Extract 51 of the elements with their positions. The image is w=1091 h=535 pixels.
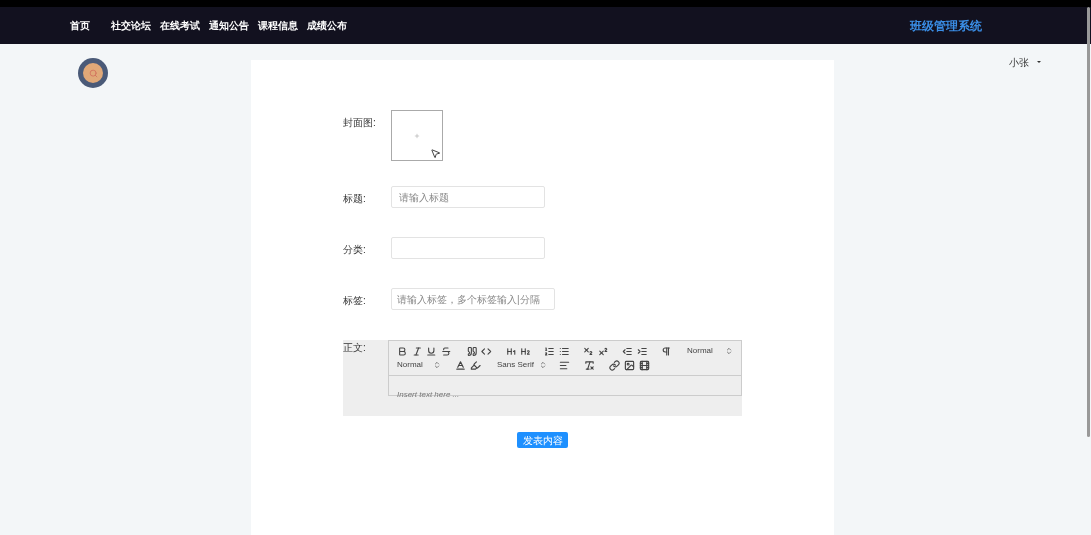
numbered-list-icon[interactable]	[544, 345, 555, 357]
nav-link[interactable]: 在线考试	[160, 18, 209, 33]
chevron-icon	[539, 361, 547, 369]
field-label: 标签:	[343, 294, 367, 308]
image-icon[interactable]	[624, 359, 635, 371]
video-icon[interactable]	[639, 359, 650, 371]
header-select[interactable]: Normal	[687, 345, 733, 357]
indent-icon[interactable]	[636, 345, 648, 357]
subscript-icon[interactable]	[583, 345, 594, 357]
plus-icon	[414, 132, 420, 139]
field-label: 正文:	[343, 341, 367, 355]
heading-two-icon[interactable]	[520, 345, 531, 357]
cursor-icon	[430, 148, 441, 159]
clear-format-icon[interactable]	[584, 359, 595, 371]
field-label: 标题:	[343, 192, 367, 206]
italic-icon[interactable]	[411, 345, 423, 357]
strikethrough-icon[interactable]	[440, 345, 452, 357]
tags-input[interactable]: 请输入标签，多个标签输入|分隔	[391, 288, 555, 310]
nav-link[interactable]: 首页	[70, 18, 111, 33]
chevron-icon	[433, 361, 441, 369]
editor-body[interactable]: Insert text here ...	[389, 376, 741, 404]
font-select[interactable]: Sans Serif	[497, 359, 547, 371]
nav-link[interactable]: 通知公告	[209, 18, 258, 33]
pilcrow-icon[interactable]	[660, 345, 672, 357]
chevron-icon	[725, 347, 733, 355]
nav-link[interactable]: 社交论坛	[111, 18, 160, 33]
outdent-icon[interactable]	[622, 345, 633, 357]
superscript-icon[interactable]	[597, 345, 609, 357]
category-input[interactable]	[391, 237, 545, 259]
user-menu[interactable]: 小张	[1009, 56, 1041, 68]
search-icon	[88, 68, 98, 78]
nav-link[interactable]: 成绩公布	[307, 18, 356, 33]
title-input[interactable]: 请输入标题	[391, 186, 545, 208]
link-icon[interactable]	[609, 359, 620, 371]
size-select[interactable]: Normal	[397, 359, 441, 371]
quote-icon[interactable]	[466, 345, 478, 357]
brand-title: 班级管理系统	[910, 17, 982, 35]
caret-icon	[1037, 61, 1041, 63]
underline-icon[interactable]	[426, 345, 437, 357]
avatar[interactable]	[78, 58, 108, 88]
align-icon[interactable]	[559, 359, 570, 371]
highlight-icon[interactable]	[470, 359, 481, 371]
field-label: 分类:	[343, 243, 367, 257]
nav-link[interactable]: 课程信息	[258, 18, 307, 33]
text-color-icon[interactable]	[455, 359, 466, 371]
code-icon[interactable]	[481, 345, 492, 357]
bullet-list-icon[interactable]	[558, 345, 570, 357]
heading-one-icon[interactable]	[505, 345, 517, 357]
field-label: 封面图:	[343, 116, 377, 130]
bold-icon[interactable]	[397, 345, 408, 357]
editor-placeholder: Insert text here ...	[397, 390, 460, 399]
